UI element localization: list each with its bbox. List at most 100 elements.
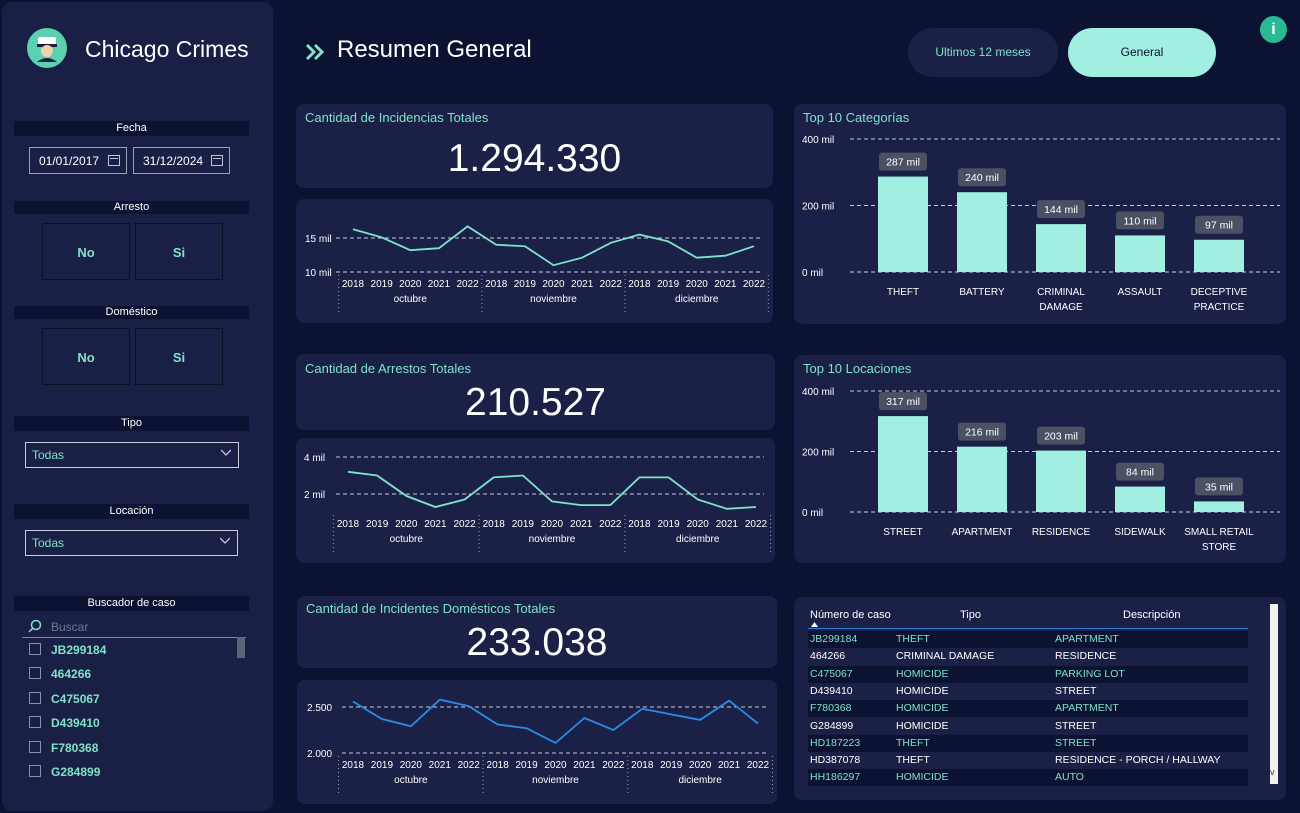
- general-button[interactable]: General: [1068, 28, 1216, 77]
- x-tick-label: 2020: [687, 519, 710, 530]
- x-tick-label: 2019: [515, 760, 538, 771]
- checkbox[interactable]: [29, 740, 41, 753]
- locacion-select[interactable]: Todas: [25, 530, 238, 556]
- category-label: RESIDENCE: [1032, 527, 1091, 538]
- table-row[interactable]: F780368 HOMICIDE APARTMENT: [808, 700, 1248, 718]
- bar: [878, 416, 928, 512]
- chart-title: Top 10 Categorías: [803, 110, 910, 125]
- y-tick-label: 200 mil: [802, 202, 834, 213]
- case-list-item[interactable]: C475067: [29, 691, 100, 706]
- checkbox[interactable]: [29, 643, 41, 655]
- checkbox[interactable]: [29, 691, 41, 704]
- cell-descripcion: APARTMENT: [1055, 633, 1119, 645]
- table-row[interactable]: D439410 HOMICIDE STREET: [808, 682, 1248, 700]
- group-label: octubre: [394, 294, 428, 305]
- x-tick-label: 2020: [541, 519, 564, 530]
- x-tick-label: 2021: [716, 519, 739, 530]
- bar: [1036, 450, 1086, 512]
- y-tick-label: 15 mil: [305, 234, 332, 245]
- domestico-no-button[interactable]: No: [42, 328, 130, 385]
- table-row[interactable]: HD187223 THEFT STREET: [808, 734, 1248, 752]
- table-row[interactable]: JB299184 THEFT APARTMENT: [808, 631, 1248, 648]
- header-tipo[interactable]: Tipo: [960, 609, 981, 621]
- table-row[interactable]: 464266 CRIMINAL DAMAGE RESIDENCE: [808, 648, 1248, 666]
- arresto-si-button[interactable]: Si: [135, 223, 223, 280]
- kpi-incidencias-title: Cantidad de Incidencias Totales: [305, 110, 489, 125]
- cell-numero: C475067: [810, 667, 853, 680]
- data-label: 216 mil: [965, 427, 999, 439]
- group-label: octubre: [394, 775, 428, 786]
- group-label: noviembre: [529, 534, 576, 545]
- kpi-domesticos-value: 233.038: [466, 621, 608, 664]
- cell-numero: 464266: [810, 650, 846, 663]
- last-12-months-button[interactable]: Ultimos 12 meses: [908, 28, 1058, 77]
- cell-tipo: THEFT: [896, 736, 930, 749]
- x-tick-label: 2021: [718, 760, 741, 771]
- series-line: [347, 470, 757, 510]
- chevron-down-icon: [220, 537, 230, 544]
- checkbox[interactable]: [29, 716, 41, 729]
- x-tick-label: 2020: [399, 279, 422, 290]
- y-tick-label: 2 mil: [304, 490, 325, 501]
- case-search-input[interactable]: Buscar: [22, 617, 246, 638]
- tipo-label: Tipo: [14, 416, 249, 431]
- data-label: 84 mil: [1126, 467, 1154, 479]
- case-list-scrollbar[interactable]: [237, 637, 245, 658]
- x-tick-label: 2020: [544, 760, 567, 771]
- calendar-icon[interactable]: [108, 155, 120, 166]
- case-list-item[interactable]: JB299184: [29, 643, 106, 657]
- y-tick-label: 2.000: [307, 749, 332, 760]
- case-list-item[interactable]: D439410: [29, 716, 100, 730]
- case-list-item-label: G284899: [51, 765, 101, 779]
- x-tick-label: 2018: [342, 760, 365, 771]
- case-list-item[interactable]: 464266: [29, 667, 91, 681]
- case-list-item[interactable]: G284899: [29, 765, 100, 779]
- table-scrollbar[interactable]: [1270, 604, 1278, 784]
- x-tick-label: 2019: [660, 760, 683, 771]
- data-label: 144 mil: [1044, 204, 1078, 216]
- case-list-item[interactable]: F780368: [29, 740, 98, 755]
- x-tick-label: 2019: [514, 279, 537, 290]
- y-tick-label: 2.500: [307, 703, 332, 714]
- x-tick-label: 2022: [602, 760, 625, 771]
- cases-table: Número de caso Tipo Descripción JB299184…: [808, 600, 1248, 796]
- x-tick-label: 2018: [337, 519, 360, 530]
- line-chart-domesticos: 2.500 2.000 2018 2019 2020 2021 2022 2018 2019 20…: [307, 698, 773, 796]
- cell-numero: F780368: [810, 702, 852, 715]
- cell-numero: JB299184: [810, 633, 858, 645]
- header-descripcion[interactable]: Descripción: [1123, 609, 1180, 621]
- chevron-down-icon[interactable]: v: [1270, 767, 1275, 777]
- locacion-label: Locación: [14, 504, 249, 519]
- date-to-value: 31/12/2024: [143, 154, 204, 168]
- app-title: Chicago Crimes: [85, 36, 249, 62]
- tipo-select[interactable]: Todas: [25, 442, 239, 468]
- data-label: 203 mil: [1044, 431, 1078, 443]
- arresto-no-button[interactable]: No: [42, 223, 130, 280]
- x-tick-label: 2022: [458, 760, 481, 771]
- info-icon[interactable]: i: [1260, 16, 1287, 43]
- table-row[interactable]: G284899 HOMICIDE STREET: [808, 717, 1248, 735]
- x-tick-label: 2022: [599, 519, 622, 530]
- page-title: Resumen General: [337, 36, 532, 63]
- checkbox[interactable]: [29, 667, 41, 680]
- x-tick-label: 2021: [573, 760, 596, 771]
- calendar-icon[interactable]: [211, 155, 223, 166]
- bar: [878, 176, 928, 272]
- header-numero-caso[interactable]: Número de caso: [810, 609, 891, 621]
- date-to-input[interactable]: 31/12/2024: [133, 147, 230, 174]
- domestico-si-button[interactable]: Si: [135, 328, 223, 385]
- table-row[interactable]: HH186297 HOMICIDE AUTO: [808, 769, 1248, 787]
- case-search-placeholder: Buscar: [51, 620, 89, 634]
- x-tick-label: 2020: [400, 760, 423, 771]
- domestico-label: Doméstico: [14, 306, 249, 319]
- date-from-input[interactable]: 01/01/2017: [29, 147, 127, 174]
- bar: [1115, 486, 1165, 512]
- table-row[interactable]: C475067 HOMICIDE PARKING LOT: [808, 665, 1248, 683]
- table-row[interactable]: HD387078 THEFT RESIDENCE - PORCH / HALLWAY: [808, 752, 1248, 770]
- cell-numero: HH186297: [810, 771, 861, 784]
- category-label: CRIMINAL: [1037, 287, 1085, 298]
- checkbox[interactable]: [29, 765, 41, 777]
- x-tick-label: 2022: [747, 760, 770, 771]
- cell-tipo: HOMICIDE: [896, 667, 949, 680]
- y-tick-label: 0 mil: [802, 508, 823, 519]
